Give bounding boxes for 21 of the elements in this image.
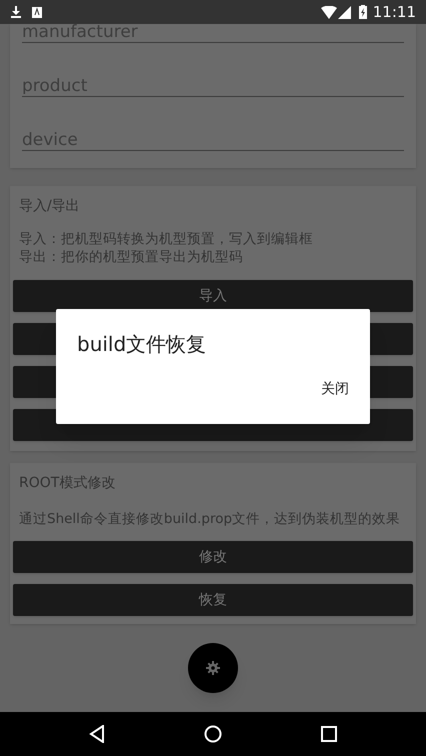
- battery-icon: [358, 5, 367, 19]
- wifi-icon: [320, 6, 337, 18]
- card-title: 导入/导出: [18, 197, 81, 216]
- home-icon[interactable]: [204, 725, 222, 743]
- description-text: 导出：把你的机型预置导出为机型码: [19, 248, 244, 266]
- back-icon[interactable]: [89, 725, 106, 743]
- settings-icon: [206, 661, 220, 676]
- signal-icon: [338, 6, 351, 18]
- close-button[interactable]: 关闭: [315, 375, 355, 404]
- action-button[interactable]: 恢复: [13, 584, 413, 616]
- description-text: 通过Shell命令直接修改build.prop文件，达到伪装机型的效果: [18, 510, 402, 529]
- clock: 11:11: [372, 2, 416, 23]
- action-button[interactable]: 修改: [13, 541, 413, 574]
- recents-icon[interactable]: [320, 726, 337, 742]
- description-text: 导入：把机型码转换为机型预置，写入到编辑框: [19, 230, 314, 248]
- action-button[interactable]: 导入: [13, 280, 413, 312]
- download-icon: [10, 6, 22, 18]
- dialog-title: build文件恢复: [77, 331, 206, 358]
- card-title: ROOT模式修改: [18, 474, 116, 493]
- app-icon: [32, 6, 42, 18]
- settings-fab[interactable]: [188, 643, 238, 694]
